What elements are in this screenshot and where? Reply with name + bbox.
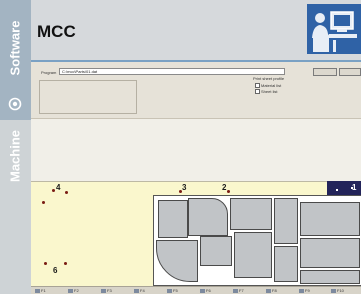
- toolbar-button[interactable]: F5: [167, 288, 178, 293]
- nested-part[interactable]: [274, 198, 298, 244]
- toolbar-button[interactable]: F6: [200, 288, 211, 293]
- option-checkbox[interactable]: Sheet list: [255, 89, 277, 95]
- program-label: Program: [41, 70, 57, 75]
- marker-label: 6: [53, 266, 58, 275]
- nested-part[interactable]: [158, 200, 188, 238]
- marker-point: [52, 189, 55, 192]
- nested-part[interactable]: [234, 232, 272, 278]
- nested-part[interactable]: [300, 270, 360, 284]
- page-title: MCC: [37, 22, 76, 41]
- marker-point: [44, 262, 47, 265]
- rail-machine-label: Machine: [7, 129, 23, 183]
- marker-point: [227, 190, 230, 193]
- toolbar-button[interactable]: F7: [233, 288, 244, 293]
- marker-point: [65, 191, 68, 194]
- marker-label: 2: [222, 183, 227, 192]
- operator-at-computer-icon: [307, 4, 361, 54]
- option-checkbox[interactable]: Material list: [255, 83, 281, 89]
- nested-parts[interactable]: [153, 195, 361, 286]
- marker-label: 1: [352, 183, 357, 192]
- program-input[interactable]: C:\mcc\Parts\01.dat: [59, 68, 285, 75]
- software-screenshot: Program C:\mcc\Parts\01.dat Print sheet …: [31, 62, 361, 294]
- marker-label: 3: [182, 183, 187, 192]
- toolbar-button[interactable]: F3: [101, 288, 112, 293]
- marker-point: [42, 201, 45, 204]
- nested-part[interactable]: [300, 202, 360, 236]
- toolbar-button[interactable]: F2: [68, 288, 79, 293]
- toolbar-button[interactable]: F4: [134, 288, 145, 293]
- empty-panel: [31, 119, 361, 181]
- toolbar-button[interactable]: F10: [331, 288, 344, 293]
- program-form: Program C:\mcc\Parts\01.dat Print sheet …: [31, 62, 361, 119]
- category-rail: Software Machine: [0, 0, 31, 294]
- nested-part[interactable]: [200, 236, 232, 266]
- rail-software-label: Software: [7, 20, 23, 76]
- function-key-toolbar: [31, 286, 361, 294]
- page-header: MCC: [31, 0, 361, 60]
- toolbar-button[interactable]: F1: [35, 288, 46, 293]
- marker-label: 4: [56, 183, 61, 192]
- nested-part[interactable]: [230, 198, 272, 230]
- nested-part[interactable]: [274, 246, 298, 282]
- nested-part[interactable]: [188, 198, 228, 236]
- toolbar-button[interactable]: F9: [299, 288, 310, 293]
- nested-part[interactable]: [156, 240, 198, 282]
- settings-groupbox: [39, 80, 137, 114]
- nested-part[interactable]: [300, 238, 360, 268]
- browse-button[interactable]: [313, 68, 337, 76]
- toolbar-button[interactable]: F8: [266, 288, 277, 293]
- ok-button[interactable]: [339, 68, 361, 76]
- marker-point: [64, 262, 67, 265]
- print-options-label: Print sheet profile: [253, 76, 285, 81]
- marker-point: [179, 190, 182, 193]
- ring-icon: [8, 97, 22, 111]
